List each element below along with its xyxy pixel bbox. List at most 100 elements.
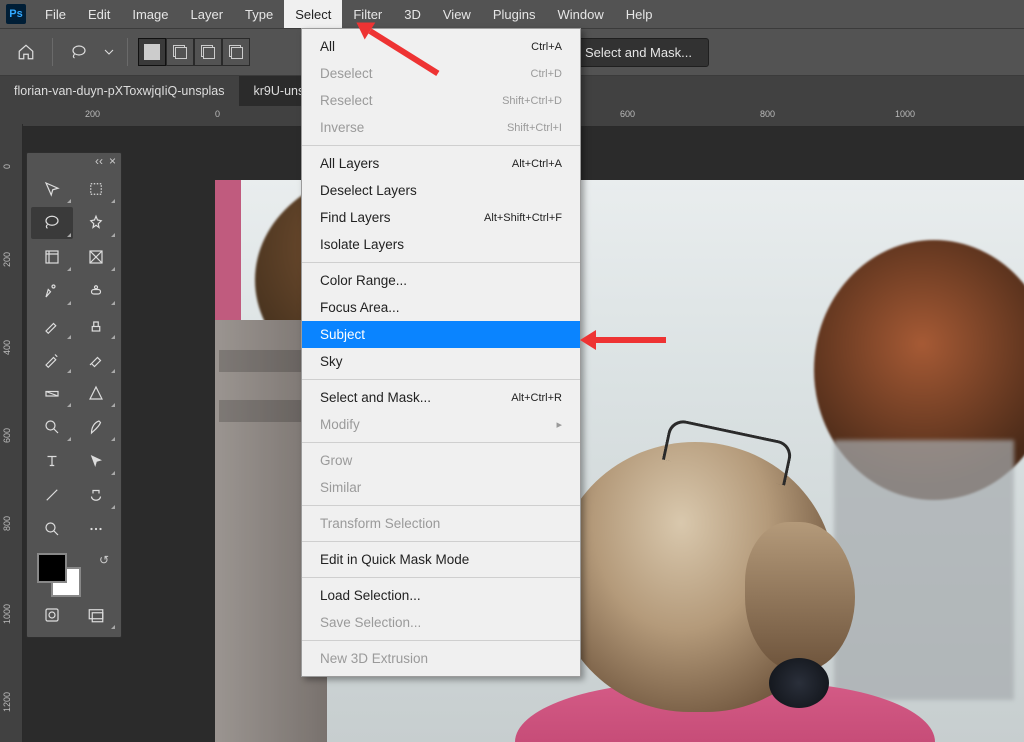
magic-wand-tool[interactable] [75, 207, 117, 239]
gradient-tool[interactable] [31, 377, 73, 409]
select-menu-dropdown: AllCtrl+ADeselectCtrl+DReselectShift+Ctr… [301, 28, 581, 677]
brush-tool[interactable] [31, 309, 73, 341]
menu-item-all[interactable]: AllCtrl+A [302, 33, 580, 60]
select-and-mask-button[interactable]: Select and Mask... [568, 38, 709, 67]
frame-tool[interactable] [75, 241, 117, 273]
clone-stamp-tool[interactable] [75, 309, 117, 341]
document-tab[interactable]: florian-van-duyn-pXToxwjqIiQ-unsplas [0, 76, 240, 106]
edit-toolbar[interactable] [75, 513, 117, 545]
menu-window[interactable]: Window [546, 0, 614, 28]
tab-label: florian-van-duyn-pXToxwjqIiQ-unsplas [14, 84, 225, 98]
eyedropper-tool[interactable] [31, 275, 73, 307]
menu-item-label: New 3D Extrusion [320, 651, 428, 666]
type-tool[interactable] [31, 445, 73, 477]
menu-item-reselect: ReselectShift+Ctrl+D [302, 87, 580, 114]
menu-item-inverse: Inverse Shift+Ctrl+I [302, 114, 580, 141]
separator [52, 38, 53, 66]
screen-mode-toggle[interactable] [75, 599, 117, 631]
menu-item-shortcut: Shift+Ctrl+I [507, 122, 562, 134]
menu-layer[interactable]: Layer [180, 0, 235, 28]
foreground-color[interactable] [37, 553, 67, 583]
menu-item-edit-in-quick-mask-mode[interactable]: Edit in Quick Mask Mode [302, 546, 580, 573]
menu-item-label: Save Selection... [320, 615, 421, 630]
healing-brush-tool[interactable] [75, 275, 117, 307]
menu-item-find-layers[interactable]: Find Layers Alt+Shift+Ctrl+F [302, 204, 580, 231]
menu-view[interactable]: View [432, 0, 482, 28]
eraser-tool[interactable] [75, 343, 117, 375]
selection-mode-group [138, 38, 250, 66]
menu-item-transform-selection: Transform Selection [302, 510, 580, 537]
menu-item-deselect-layers[interactable]: Deselect Layers [302, 177, 580, 204]
menu-item-modify: Modify▸ [302, 411, 580, 438]
swap-colors-icon[interactable]: ↺ [99, 553, 109, 567]
chevron-down-icon[interactable] [101, 36, 117, 68]
menu-item-label: Find Layers [320, 210, 391, 225]
menu-item-deselect: DeselectCtrl+D [302, 60, 580, 87]
menu-plugins[interactable]: Plugins [482, 0, 547, 28]
menu-edit[interactable]: Edit [77, 0, 121, 28]
ruler-tick: 800 [760, 109, 775, 119]
path-selection-tool[interactable] [75, 445, 117, 477]
menu-item-label: Deselect [320, 66, 373, 81]
menu-item-focus-area[interactable]: Focus Area... [302, 294, 580, 321]
separator [127, 38, 128, 66]
pen-tool[interactable] [75, 411, 117, 443]
tools-panel: ‹‹ × ↺ [26, 152, 122, 638]
menu-item-shortcut: Alt+Shift+Ctrl+F [484, 212, 562, 224]
ruler-vertical: 020040060080010001200 [0, 124, 23, 742]
marquee-tool[interactable] [75, 173, 117, 205]
menu-item-shortcut: Shift+Ctrl+D [502, 95, 562, 107]
menu-item-select-and-mask[interactable]: Select and Mask...Alt+Ctrl+R [302, 384, 580, 411]
menu-item-label: All Layers [320, 156, 379, 171]
hand-tool[interactable] [75, 479, 117, 511]
menu-item-save-selection: Save Selection... [302, 609, 580, 636]
line-tool[interactable] [31, 479, 73, 511]
color-swatch[interactable]: ↺ [33, 551, 115, 597]
menu-item-new-3d-extrusion: New 3D Extrusion [302, 645, 580, 672]
close-icon[interactable]: × [109, 154, 116, 168]
ruler-tick: 1000 [895, 109, 915, 119]
menu-item-color-range[interactable]: Color Range... [302, 267, 580, 294]
selection-intersect[interactable] [222, 38, 250, 66]
selection-new[interactable] [138, 38, 166, 66]
dodge-tool[interactable] [31, 411, 73, 443]
lasso-tool-icon[interactable] [63, 36, 95, 68]
menu-select[interactable]: Select [284, 0, 342, 28]
history-brush-tool[interactable] [31, 343, 73, 375]
menu-item-subject[interactable]: Subject [302, 321, 580, 348]
ruler-tick: 400 [2, 340, 12, 355]
menubar: Ps FileEditImageLayerTypeSelectFilter3DV… [0, 0, 1024, 29]
ruler-tick: 200 [85, 109, 100, 119]
crop-tool[interactable] [31, 241, 73, 273]
panel-header: ‹‹ × [27, 153, 121, 169]
app-logo: Ps [6, 4, 26, 24]
menu-item-label: Focus Area... [320, 300, 400, 315]
menu-image[interactable]: Image [121, 0, 179, 28]
menu-3d[interactable]: 3D [393, 0, 432, 28]
lasso-tool[interactable] [31, 207, 73, 239]
menu-item-all-layers[interactable]: All LayersAlt+Ctrl+A [302, 150, 580, 177]
menu-item-shortcut: Ctrl+A [531, 41, 562, 53]
menu-item-isolate-layers[interactable]: Isolate Layers [302, 231, 580, 258]
selection-subtract[interactable] [194, 38, 222, 66]
menu-help[interactable]: Help [615, 0, 664, 28]
zoom-tool[interactable] [31, 513, 73, 545]
menu-type[interactable]: Type [234, 0, 284, 28]
annotation-arrow [596, 337, 666, 343]
menu-item-label: Sky [320, 354, 343, 369]
quick-mask-toggle[interactable] [31, 599, 73, 631]
menu-item-label: Inverse [320, 120, 364, 135]
home-icon[interactable] [10, 36, 42, 68]
menu-file[interactable]: File [34, 0, 77, 28]
menu-item-grow: Grow [302, 447, 580, 474]
collapse-icon[interactable]: ‹‹ [95, 154, 103, 168]
ruler-tick: 600 [620, 109, 635, 119]
menu-item-label: Load Selection... [320, 588, 421, 603]
menu-item-label: Select and Mask... [320, 390, 431, 405]
move-tool[interactable] [31, 173, 73, 205]
menu-item-sky[interactable]: Sky [302, 348, 580, 375]
menu-item-load-selection[interactable]: Load Selection... [302, 582, 580, 609]
ruler-tick: 1200 [2, 692, 12, 712]
selection-add[interactable] [166, 38, 194, 66]
pyramid-tool[interactable] [75, 377, 117, 409]
